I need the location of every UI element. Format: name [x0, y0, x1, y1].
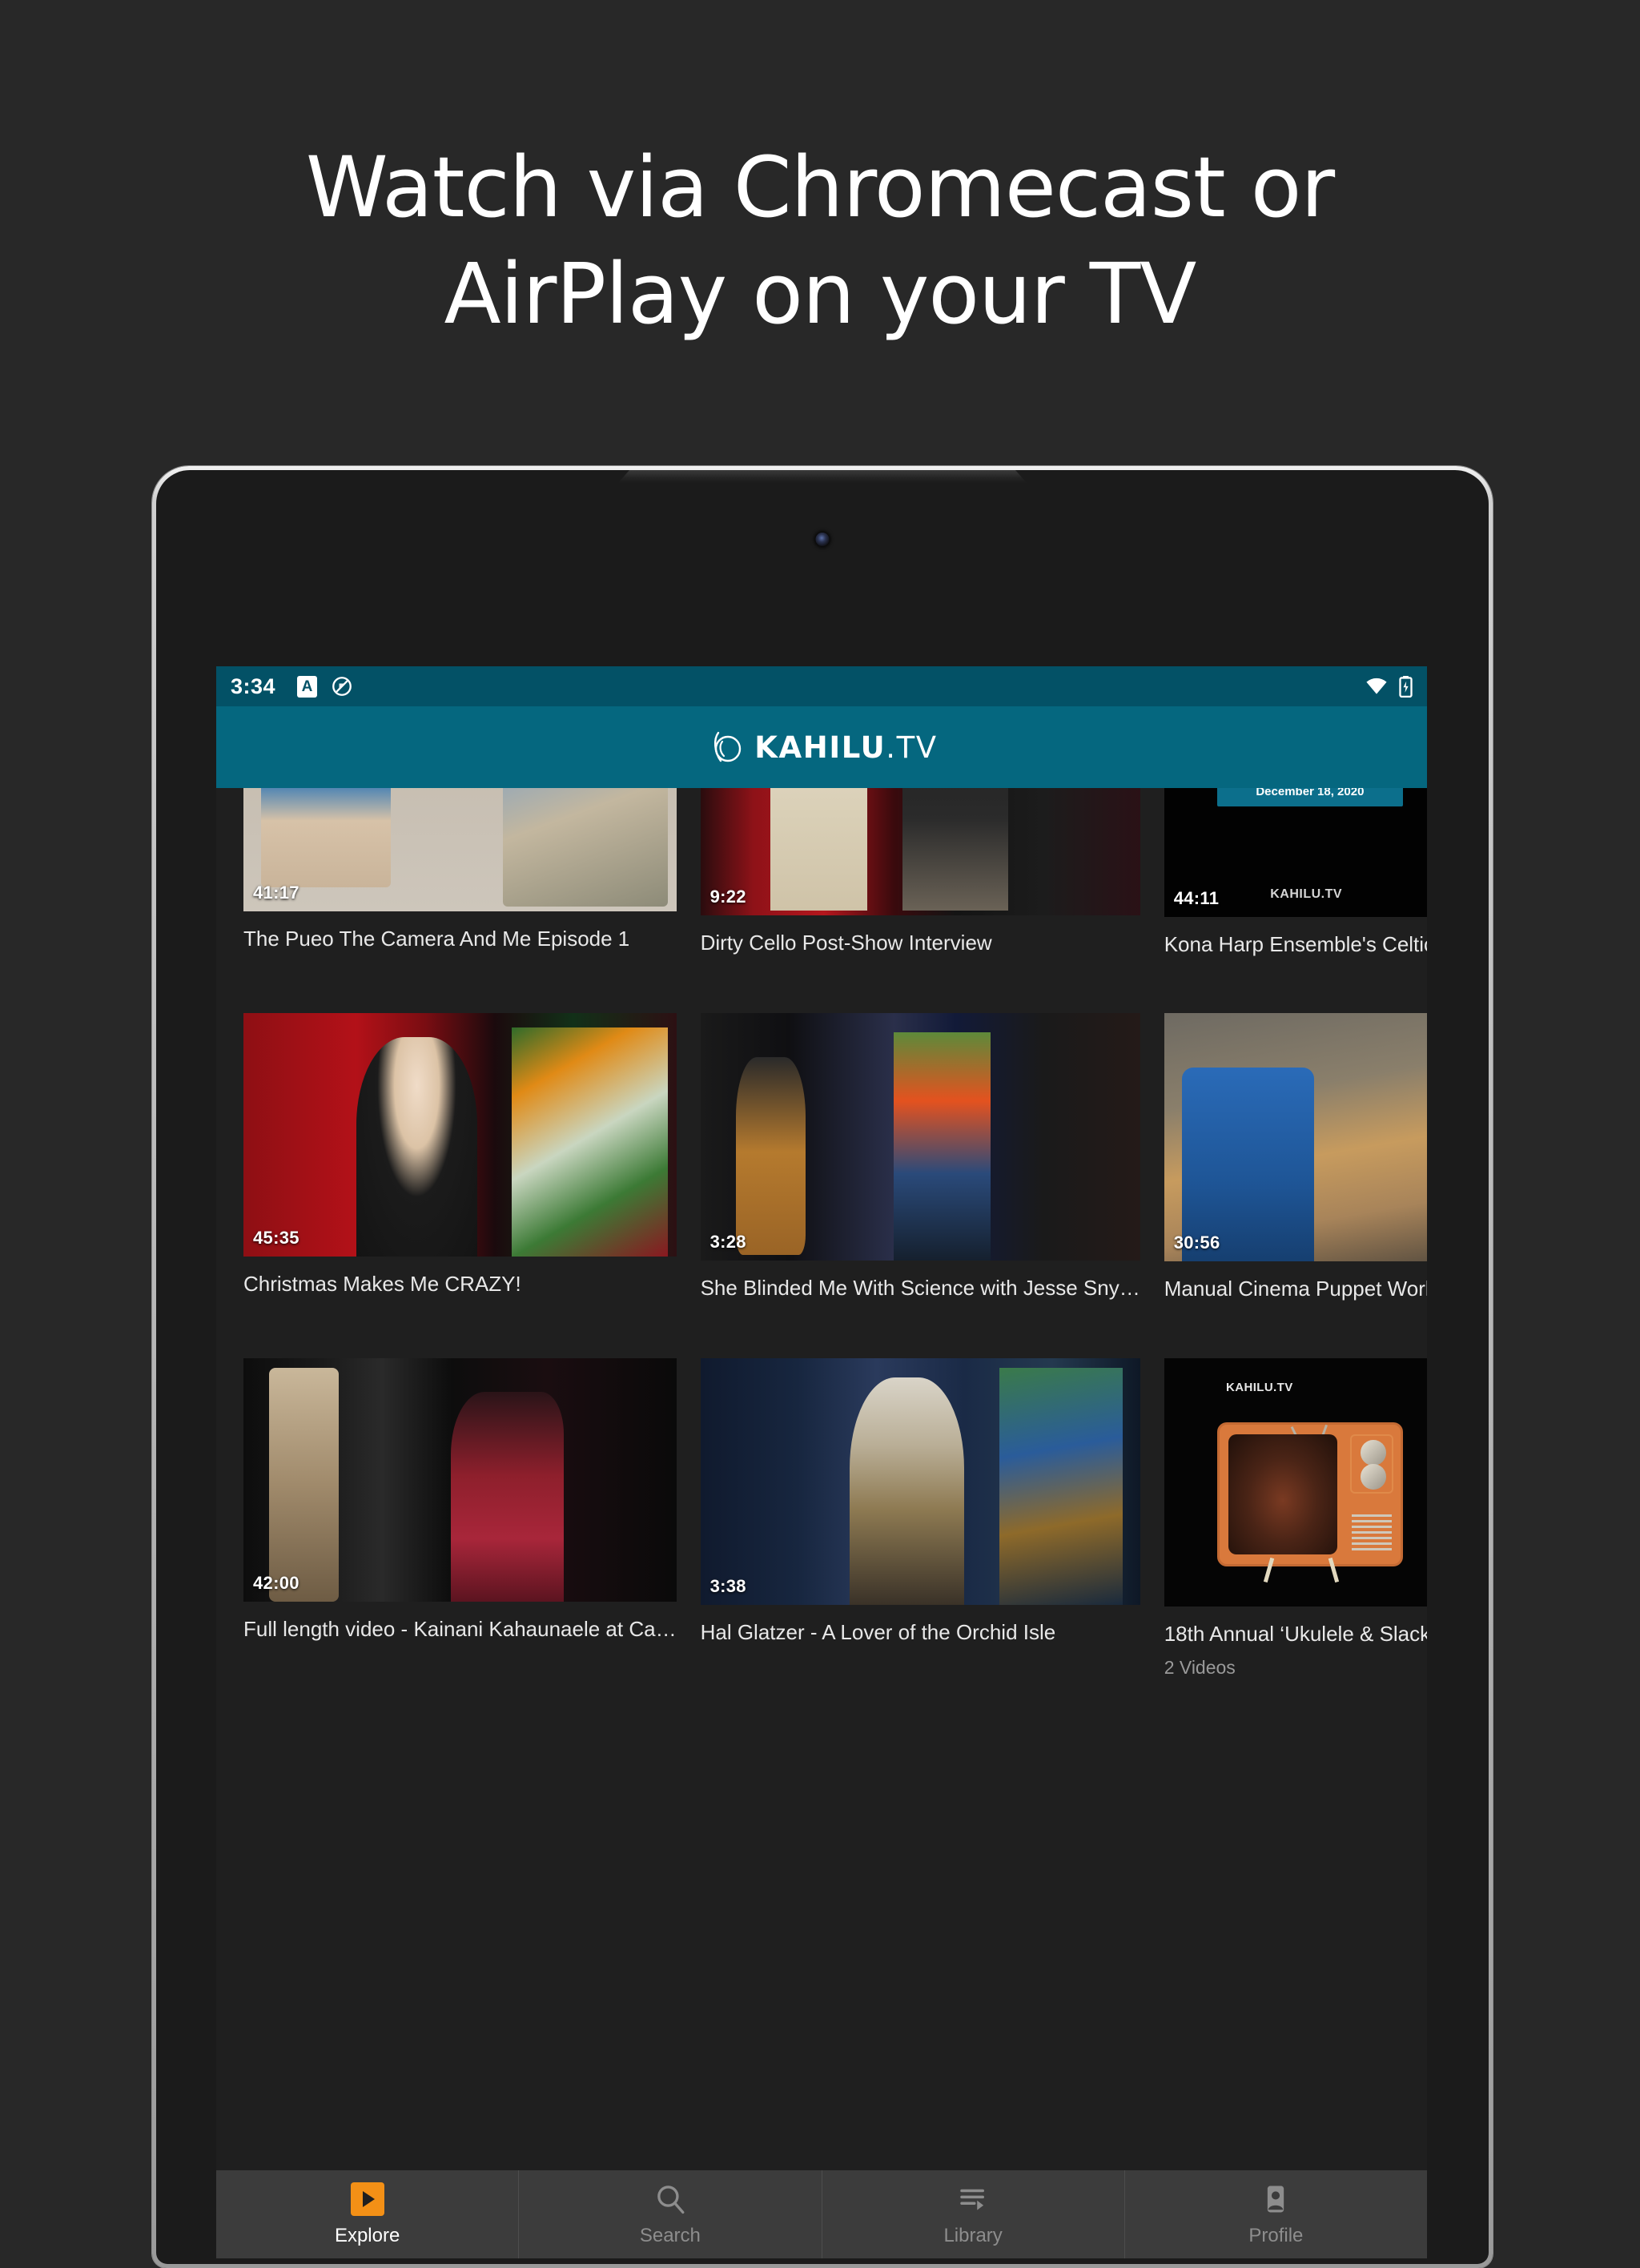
tv-screen-art	[1228, 1434, 1337, 1555]
thumbnail-overlay-badge: Originally aired December 18, 2020	[1216, 788, 1403, 806]
tv-knob-bottom	[1361, 1464, 1386, 1490]
tab-search[interactable]: Search	[519, 2170, 822, 2258]
tv-knob-top	[1361, 1440, 1386, 1466]
video-title: She Blinded Me With Science with Jesse S…	[700, 1275, 1140, 1300]
tab-library-label: Library	[943, 2224, 1003, 2246]
thumbnail-art	[243, 1357, 677, 1602]
video-thumbnail[interactable]: 41:17	[243, 788, 677, 912]
app-logo-text-suffix: .TV	[886, 730, 938, 765]
search-icon	[657, 2185, 685, 2214]
video-title: Full length video - Kainani Kahaunaele a…	[243, 1616, 677, 1641]
a-badge-icon: A	[297, 675, 318, 698]
page-title-line-2: AirPlay on your TV	[444, 245, 1197, 344]
play-icon	[350, 2182, 384, 2216]
tab-explore[interactable]: Explore	[216, 2170, 520, 2258]
status-bar: 3:34 A	[216, 666, 1427, 706]
thumbnail-art	[700, 1357, 1140, 1606]
video-thumbnail[interactable]: 3:38	[700, 1357, 1140, 1606]
video-grid: 41:17 The Pueo The Camera And Me Episode…	[216, 788, 1427, 1684]
video-card[interactable]: 3:38 Hal Glatzer - A Lover of the Orchid…	[700, 1357, 1140, 1679]
tv-leg-right	[1328, 1557, 1340, 1583]
kahilu-logo-icon	[714, 731, 742, 762]
video-card[interactable]: Kona Harp Ensemble's Celtic Christmas Or…	[1164, 788, 1427, 958]
video-card[interactable]: 3:28 She Blinded Me With Science with Je…	[700, 1012, 1140, 1303]
video-duration: 44:11	[1173, 887, 1220, 908]
thumbnail-art	[700, 788, 1140, 915]
video-duration: 45:35	[253, 1227, 299, 1248]
video-card[interactable]: 45:35 Christmas Makes Me CRAZY!	[243, 1012, 677, 1303]
video-duration: 9:22	[709, 886, 746, 907]
bottom-navigation-bar: Explore Search Library Profile	[216, 2170, 1427, 2258]
thumbnail-overlay-badge-line-2: December 18, 2020	[1256, 788, 1365, 799]
video-card[interactable]: 30:56 Manual Cinema Puppet Workshop 11-2…	[1164, 1012, 1427, 1303]
grid-row-spacer	[243, 963, 1427, 1013]
video-duration: 42:00	[253, 1572, 299, 1593]
page-title-line-1: Watch via Chromecast or	[305, 139, 1335, 236]
status-bar-right-icons	[1365, 675, 1413, 698]
app-logo-text-main: KAHILU	[754, 730, 886, 765]
video-thumbnail[interactable]: 42:00	[243, 1357, 677, 1602]
wifi-icon	[1366, 678, 1387, 694]
video-thumbnail[interactable]: 3:28	[700, 1012, 1140, 1261]
antenna-notch	[618, 470, 1027, 483]
page-title: Watch via Chromecast or AirPlay on your …	[0, 135, 1640, 348]
tv-speaker-grill	[1351, 1514, 1392, 1550]
status-bar-left-icons: A	[297, 675, 353, 698]
thumbnail-art	[243, 788, 677, 912]
tab-profile-label: Profile	[1248, 2224, 1304, 2246]
video-thumbnail[interactable]: 9:22	[700, 788, 1140, 915]
do-not-disturb-icon	[332, 677, 352, 696]
video-thumbnail[interactable]: KAHILU.TV	[1164, 1357, 1427, 1607]
video-duration: 3:38	[709, 1576, 746, 1597]
video-card[interactable]: 41:17 The Pueo The Camera And Me Episode…	[243, 788, 677, 958]
thumbnail-art	[243, 1012, 677, 1257]
tab-explore-label: Explore	[334, 2224, 400, 2246]
video-title: The Pueo The Camera And Me Episode 1	[243, 927, 630, 951]
video-title: Dirty Cello Post-Show Interview	[700, 930, 992, 955]
app-logo-text: KAHILU.TV	[754, 730, 937, 765]
video-subtitle: 2 Videos	[1164, 1657, 1236, 1679]
retro-tv-icon	[1216, 1422, 1403, 1583]
status-bar-time: 3:34	[231, 674, 276, 698]
app-header: KAHILU.TV	[216, 706, 1427, 788]
video-duration: 3:28	[709, 1231, 746, 1252]
thumbnail-art	[1164, 1012, 1427, 1262]
video-thumbnail[interactable]: Kona Harp Ensemble's Celtic Christmas Or…	[1164, 788, 1427, 917]
video-card[interactable]: KAHILU.TV 18th Annual ‘Ukulele & Slack 2…	[1164, 1357, 1427, 1679]
front-camera-icon	[815, 533, 830, 546]
video-card[interactable]: 42:00 Full length video - Kainani Kahaun…	[243, 1357, 677, 1679]
video-thumbnail[interactable]: 30:56	[1164, 1012, 1427, 1262]
thumbnail-overlay-logo: KAHILU.TV	[1270, 887, 1343, 901]
thumbnail-art: KAHILU.TV	[1164, 1357, 1427, 1607]
app-screen: 3:34 A KAHILU.TV 41:17 The Pueo The Came…	[216, 666, 1427, 2258]
profile-icon	[1268, 2186, 1284, 2212]
video-thumbnail[interactable]: 45:35	[243, 1012, 677, 1257]
video-grid-scroll-area[interactable]: 41:17 The Pueo The Camera And Me Episode…	[216, 788, 1427, 2170]
app-logo[interactable]: KAHILU.TV	[705, 728, 937, 766]
video-title: Christmas Makes Me CRAZY!	[243, 1271, 521, 1296]
video-title: 18th Annual ‘Ukulele & Slack Key Guitar …	[1164, 1622, 1427, 1647]
tablet-device-frame: 3:34 A KAHILU.TV 41:17 The Pueo The Came…	[152, 466, 1493, 2268]
video-title: Hal Glatzer - A Lover of the Orchid Isle	[700, 1620, 1056, 1645]
video-duration: 41:17	[253, 883, 299, 903]
video-title: Kona Harp Ensemble's Celtic Christmas	[1164, 931, 1427, 956]
tablet-bezel: 3:34 A KAHILU.TV 41:17 The Pueo The Came…	[156, 470, 1489, 2264]
video-title: Manual Cinema Puppet Workshop 11-29-2020	[1164, 1277, 1427, 1301]
thumbnail-overlay-logo: KAHILU.TV	[1226, 1380, 1293, 1394]
thumbnail-art	[700, 1012, 1140, 1261]
grid-row-spacer	[243, 1309, 1427, 1358]
tv-leg-left	[1263, 1557, 1274, 1583]
battery-icon	[1399, 675, 1413, 698]
tab-profile[interactable]: Profile	[1125, 2170, 1427, 2258]
tab-search-label: Search	[639, 2224, 701, 2246]
tab-library[interactable]: Library	[822, 2170, 1125, 2258]
library-icon	[960, 2189, 985, 2210]
video-card[interactable]: 9:22 Dirty Cello Post-Show Interview	[700, 788, 1140, 958]
video-duration: 30:56	[1173, 1233, 1220, 1253]
